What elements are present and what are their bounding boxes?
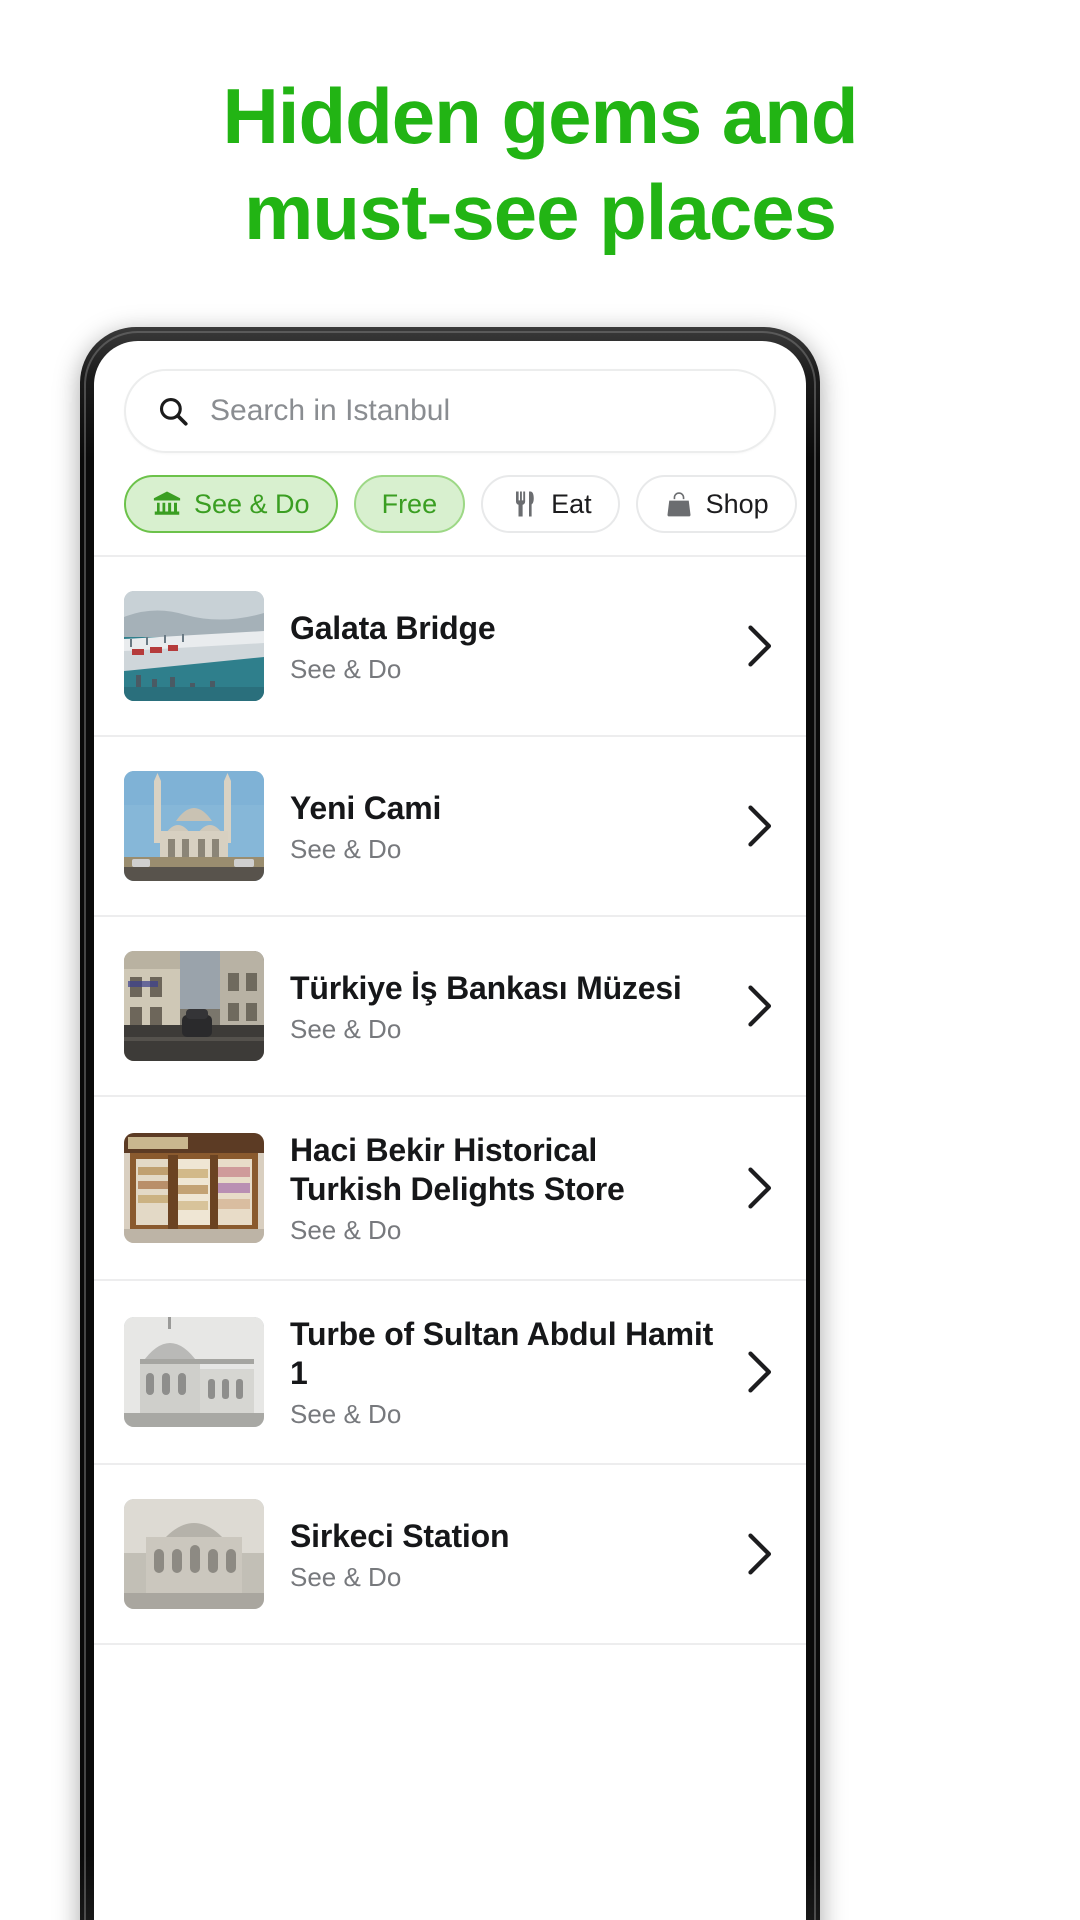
- mosque-photo: [124, 771, 264, 881]
- page-title: Hidden gems and must-see places: [0, 68, 1080, 260]
- headline-line-2: must-see places: [244, 168, 837, 256]
- thumbnail-tomb: [124, 1317, 264, 1427]
- chevron-right-icon[interactable]: [742, 1529, 776, 1579]
- search-input[interactable]: Search in Istanbul: [124, 369, 776, 453]
- chip-label: Free: [381, 488, 438, 519]
- phone-screen: Search in Istanbul See & Do Free Eat Sho…: [94, 341, 806, 1920]
- list-item-title: Turbe of Sultan Abdul Hamit 1: [290, 1316, 714, 1391]
- tomb-photo: [124, 1317, 264, 1427]
- list-item-title: Galata Bridge: [290, 609, 496, 646]
- thumbnail-station: [124, 1499, 264, 1609]
- chip-see-and-do[interactable]: See & Do: [124, 475, 338, 533]
- thumbnail-shop: [124, 1133, 264, 1243]
- phone-mockup: Search in Istanbul See & Do Free Eat Sho…: [80, 327, 820, 1920]
- list-item-text: Sirkeci Station See & Do: [290, 1517, 716, 1592]
- list-item-subtitle: See & Do: [290, 653, 402, 684]
- list-item-subtitle: See & Do: [290, 1013, 402, 1044]
- list-item-title: Yeni Cami: [290, 789, 442, 826]
- shop-photo: [124, 1133, 264, 1243]
- thumbnail-street: [124, 951, 264, 1061]
- filter-chips[interactable]: See & Do Free Eat Shop: [94, 453, 806, 555]
- chip-shop[interactable]: Shop: [635, 475, 797, 533]
- chip-label: See & Do: [194, 488, 310, 519]
- list-item-subtitle: See & Do: [290, 833, 402, 864]
- chip-label: Eat: [551, 488, 592, 519]
- list-item-subtitle: See & Do: [290, 1215, 402, 1245]
- thumbnail-bridge: [124, 591, 264, 701]
- chip-label: Shop: [705, 488, 769, 519]
- list-item[interactable]: Sirkeci Station See & Do: [94, 1465, 806, 1645]
- museum-icon: [153, 491, 181, 515]
- list-item-text: Yeni Cami See & Do: [290, 789, 716, 864]
- list-item-subtitle: See & Do: [290, 1561, 402, 1592]
- list-item[interactable]: Haci Bekir Historical Turkish Delights S…: [94, 1097, 806, 1281]
- chevron-right-icon[interactable]: [742, 801, 776, 851]
- chevron-right-icon[interactable]: [742, 981, 776, 1031]
- chevron-right-icon[interactable]: [742, 621, 776, 671]
- chevron-right-icon[interactable]: [742, 1163, 776, 1213]
- list-item-title: Haci Bekir Historical Turkish Delights S…: [290, 1132, 625, 1207]
- list-item-text: Galata Bridge See & Do: [290, 609, 716, 684]
- results-list: Galata Bridge See & Do Yeni Cami See & D…: [94, 555, 806, 1645]
- street-photo: [124, 951, 264, 1061]
- list-item-title: Sirkeci Station: [290, 1517, 510, 1554]
- list-item-text: Turbe of Sultan Abdul Hamit 1 See & Do: [290, 1315, 716, 1429]
- thumbnail-mosque: [124, 771, 264, 881]
- promo-screenshot: Hidden gems and must-see places Search i…: [0, 0, 1080, 1920]
- bridge-photo: [124, 591, 264, 701]
- bag-icon: [667, 492, 691, 517]
- list-item[interactable]: Turbe of Sultan Abdul Hamit 1 See & Do: [94, 1281, 806, 1465]
- station-photo: [124, 1499, 264, 1609]
- list-item-subtitle: See & Do: [290, 1399, 402, 1429]
- search-placeholder: Search in Istanbul: [210, 394, 451, 427]
- list-item[interactable]: Galata Bridge See & Do: [94, 557, 806, 737]
- cutlery-icon: [516, 491, 534, 517]
- search-section: Search in Istanbul: [94, 341, 806, 453]
- search-icon: [159, 397, 188, 426]
- list-item-text: Türkiye İş Bankası Müzesi See & Do: [290, 969, 716, 1044]
- list-item-text: Haci Bekir Historical Turkish Delights S…: [290, 1131, 716, 1245]
- list-item-title: Türkiye İş Bankası Müzesi: [290, 969, 682, 1006]
- list-item[interactable]: Yeni Cami See & Do: [94, 737, 806, 917]
- list-item[interactable]: Türkiye İş Bankası Müzesi See & Do: [94, 917, 806, 1097]
- chevron-right-icon[interactable]: [742, 1347, 776, 1397]
- headline-line-1: Hidden gems and: [222, 72, 858, 160]
- chip-eat[interactable]: Eat: [481, 475, 620, 533]
- chip-free[interactable]: Free: [353, 475, 466, 533]
